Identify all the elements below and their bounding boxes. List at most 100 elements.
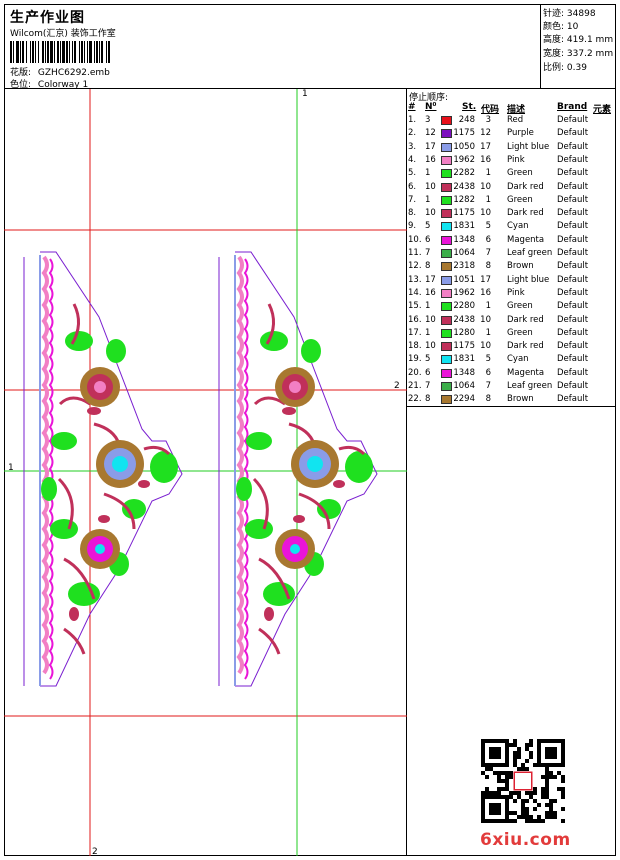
- row-code: 10: [480, 181, 491, 192]
- row-code: 8: [485, 394, 491, 405]
- row-index: 20.: [408, 367, 422, 378]
- row-description: Magenta: [507, 234, 545, 245]
- row-index: 22.: [408, 394, 422, 405]
- row-description: Pink: [507, 287, 525, 298]
- table-row[interactable]: 7. 1 1282 1 Green Default: [407, 195, 616, 208]
- row-code: 5: [485, 354, 491, 365]
- row-brand: Default: [557, 208, 589, 219]
- row-stitches: 1280: [453, 327, 475, 338]
- row-brand: Default: [557, 194, 589, 205]
- table-row[interactable]: 4. 16 1962 16 Pink Default: [407, 155, 616, 168]
- row-brand: Default: [557, 381, 589, 391]
- row-index: 3.: [408, 141, 417, 152]
- row-needle-no: 3: [425, 115, 431, 125]
- row-code: 10: [480, 341, 491, 352]
- color-swatch: [441, 395, 452, 405]
- table-row[interactable]: 12. 8 2318 8 Brown Default: [407, 261, 616, 274]
- row-needle-no: 10: [425, 341, 436, 352]
- row-code: 6: [485, 234, 491, 245]
- stop-sequence-panel: 停止顺序: # N⁰ St. 代码 描述 Brand 元素 1. 3 248 3 Red…: [407, 89, 616, 856]
- row-stitches: 2280: [453, 301, 475, 312]
- table-row[interactable]: 6. 10 2438 10 Dark red Default: [407, 182, 616, 195]
- row-brand: Default: [557, 367, 589, 378]
- col-header-num: #: [408, 102, 416, 112]
- table-row[interactable]: 15. 1 2280 1 Green Default: [407, 301, 616, 314]
- row-needle-no: 8: [425, 394, 431, 405]
- color-swatch: [441, 209, 452, 219]
- color-swatch: [441, 249, 452, 258]
- color-swatch: [441, 262, 452, 272]
- table-row[interactable]: 10. 6 1348 6 Magenta Default: [407, 235, 616, 248]
- row-index: 2.: [408, 128, 417, 139]
- row-stitches: 1175: [453, 128, 475, 139]
- row-brand: Default: [557, 341, 589, 352]
- row-brand: Default: [557, 248, 589, 258]
- row-code: 12: [480, 128, 491, 139]
- color-swatch: [441, 315, 452, 325]
- row-code: 1: [485, 301, 491, 312]
- row-brand: Default: [557, 274, 589, 285]
- row-brand: Default: [557, 394, 589, 405]
- table-row[interactable]: 21. 7 1064 7 Leaf green Default: [407, 381, 616, 394]
- row-description: Dark red: [507, 341, 544, 352]
- row-brand: Default: [557, 168, 589, 179]
- row-code: 6: [485, 367, 491, 378]
- color-swatch: [441, 342, 452, 352]
- row-description: Green: [507, 301, 533, 312]
- col-header-brand: Brand: [557, 102, 588, 112]
- row-index: 19.: [408, 354, 422, 365]
- stat-height: 高度: 419.1 mm: [543, 35, 614, 45]
- row-code: 10: [480, 314, 491, 325]
- row-description: Cyan: [507, 221, 529, 232]
- row-needle-no: 10: [425, 314, 436, 325]
- row-index: 1.: [408, 115, 417, 125]
- row-code: 7: [485, 381, 491, 391]
- row-brand: Default: [557, 234, 589, 245]
- table-row[interactable]: 14. 16 1962 16 Pink Default: [407, 288, 616, 301]
- row-description: Pink: [507, 154, 525, 165]
- table-row[interactable]: 18. 10 1175 10 Dark red Default: [407, 341, 616, 354]
- row-index: 13.: [408, 274, 422, 285]
- table-row[interactable]: 1. 3 248 3 Red Default: [407, 115, 616, 128]
- row-code: 8: [485, 261, 491, 272]
- guide-label-green-left: 1: [8, 463, 14, 473]
- table-row[interactable]: 22. 8 2294 8 Brown Default: [407, 394, 616, 407]
- row-description: Dark red: [507, 314, 544, 325]
- table-row[interactable]: 19. 5 1831 5 Cyan Default: [407, 354, 616, 367]
- color-swatch: [441, 288, 452, 298]
- row-index: 10.: [408, 234, 422, 245]
- row-description: Cyan: [507, 354, 529, 365]
- row-index: 14.: [408, 287, 422, 298]
- table-row[interactable]: 16. 10 2438 10 Dark red Default: [407, 315, 616, 328]
- color-swatch: [441, 142, 452, 152]
- table-row[interactable]: 5. 1 2282 1 Green Default: [407, 168, 616, 181]
- design-canvas[interactable]: 1 1 2 2: [4, 89, 407, 857]
- row-index: 18.: [408, 341, 422, 352]
- guide-label-green-top: 1: [302, 89, 308, 99]
- table-row[interactable]: 9. 5 1831 5 Cyan Default: [407, 221, 616, 234]
- table-row[interactable]: 3. 17 1050 17 Light blue Default: [407, 142, 616, 155]
- row-index: 6.: [408, 181, 417, 192]
- row-index: 15.: [408, 301, 422, 312]
- row-description: Magenta: [507, 367, 545, 378]
- color-swatch: [441, 235, 452, 245]
- row-needle-no: 7: [425, 248, 431, 258]
- row-code: 7: [485, 248, 491, 258]
- row-description: Light blue: [507, 274, 550, 285]
- table-row[interactable]: 20. 6 1348 6 Magenta Default: [407, 368, 616, 381]
- table-row[interactable]: 17. 1 1280 1 Green Default: [407, 328, 616, 341]
- row-needle-no: 6: [425, 234, 431, 245]
- row-stitches: 1962: [453, 154, 475, 165]
- table-row[interactable]: 8. 10 1175 10 Dark red Default: [407, 208, 616, 221]
- row-stitches: 1348: [453, 367, 475, 378]
- table-row[interactable]: 13. 17 1051 17 Light blue Default: [407, 275, 616, 288]
- row-needle-no: 17: [425, 274, 436, 285]
- stop-sequence-table: 停止顺序: # N⁰ St. 代码 描述 Brand 元素 1. 3 248 3 Red…: [407, 89, 616, 407]
- table-row[interactable]: 2. 12 1175 12 Purple Default: [407, 128, 616, 141]
- stat-scale: 比例: 0.39: [543, 63, 587, 73]
- table-row[interactable]: 11. 7 1064 7 Leaf green Default: [407, 248, 616, 261]
- row-brand: Default: [557, 181, 589, 192]
- guide-label-red-right: 2: [394, 381, 400, 391]
- color-swatch: [441, 222, 452, 232]
- row-code: 1: [485, 327, 491, 338]
